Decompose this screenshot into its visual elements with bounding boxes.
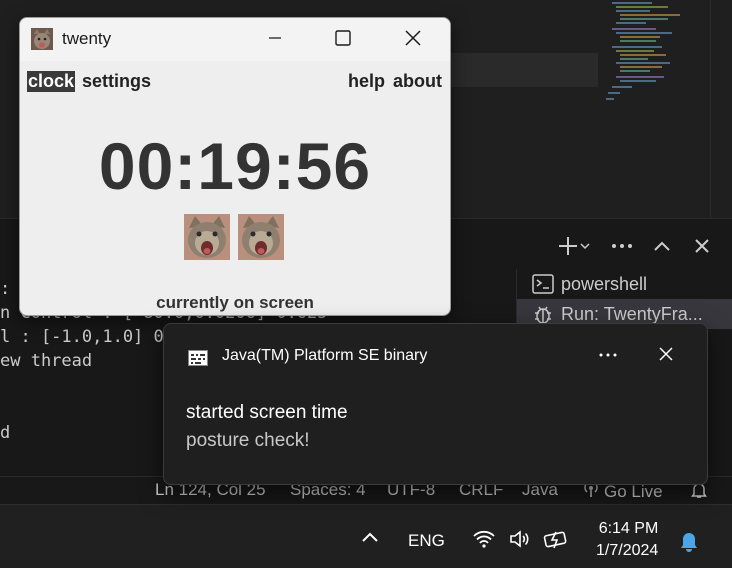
notification-title: started screen time (186, 402, 348, 423)
window-titlebar[interactable]: twenty (20, 18, 450, 61)
clock[interactable]: 6:14 PM 1/7/2024 (596, 518, 658, 562)
plus-icon (557, 235, 579, 257)
show-hidden-icons-button[interactable] (358, 527, 382, 551)
maximize-button[interactable] (308, 18, 378, 61)
window-title: twenty (62, 29, 112, 48)
taskbar-time: 6:14 PM (598, 520, 659, 537)
screaming-cat-image (184, 214, 230, 260)
terminal-item-label: Run: TwentyFra... (561, 303, 703, 324)
volume-icon[interactable] (508, 529, 532, 549)
countdown-timer: 00:19:56 (98, 129, 372, 203)
cat-photo-icon (31, 28, 53, 50)
chevron-down-icon (579, 240, 591, 252)
terminal-line: d (0, 423, 11, 443)
terminal-item-powershell[interactable]: powershell (517, 269, 732, 299)
editor-scrollbar[interactable] (710, 0, 725, 218)
notification-toast[interactable]: Java(TM) Platform SE binary started scre… (163, 323, 708, 485)
notification-app-name: Java(TM) Platform SE binary (222, 347, 428, 364)
minimize-button[interactable] (240, 18, 310, 61)
close-icon (658, 347, 674, 366)
terminal-line: l : [-1.0,1.0] 0 (0, 327, 164, 347)
wifi-icon[interactable] (472, 529, 496, 549)
notification-close-button[interactable] (658, 346, 678, 366)
terminal-item-label: powershell (561, 273, 648, 294)
more-actions-button[interactable] (610, 234, 634, 258)
panel-toolbar (554, 233, 714, 259)
close-icon (405, 29, 421, 50)
input-language[interactable]: ENG (408, 531, 445, 551)
menu-help[interactable]: help (347, 71, 386, 92)
menu-settings[interactable]: settings (81, 71, 152, 92)
maximize-panel-button[interactable] (650, 234, 674, 258)
battery-charging-icon[interactable] (543, 529, 571, 549)
status-images (184, 214, 284, 260)
menu-bar: clock settings help about (20, 69, 450, 95)
taskbar: ENG 6:14 PM 1/7/2024 (0, 504, 732, 568)
minimize-icon (268, 30, 282, 49)
terminal-icon (531, 272, 555, 296)
terminal-list: powershell Run: TwentyFra... (516, 269, 732, 329)
notification-center-button[interactable] (678, 529, 700, 558)
new-terminal-button[interactable] (554, 234, 594, 258)
notification-body: posture check! (186, 430, 310, 451)
maximize-icon (335, 29, 351, 50)
screaming-cat-image (238, 214, 284, 260)
menu-about[interactable]: about (392, 71, 443, 92)
twenty-app-window: twenty clock settings help about 00:19:5… (19, 17, 451, 316)
close-panel-button[interactable] (690, 234, 714, 258)
screen-status-text: currently on screen (156, 293, 314, 312)
taskbar-date: 1/7/2024 (596, 542, 659, 559)
terminal-line: ew thread (0, 351, 93, 371)
current-line-highlight (440, 53, 598, 87)
chevron-up-icon (361, 530, 379, 548)
close-button[interactable] (378, 18, 448, 61)
menu-clock[interactable]: clock (27, 71, 76, 92)
bell-icon (678, 529, 700, 558)
close-icon (694, 238, 710, 254)
notification-more-button[interactable] (596, 344, 620, 368)
chevron-up-icon (653, 240, 671, 252)
minimap[interactable] (598, 0, 710, 110)
java-app-icon (188, 350, 208, 366)
ellipsis-icon (598, 342, 618, 362)
ellipsis-icon (611, 243, 633, 249)
